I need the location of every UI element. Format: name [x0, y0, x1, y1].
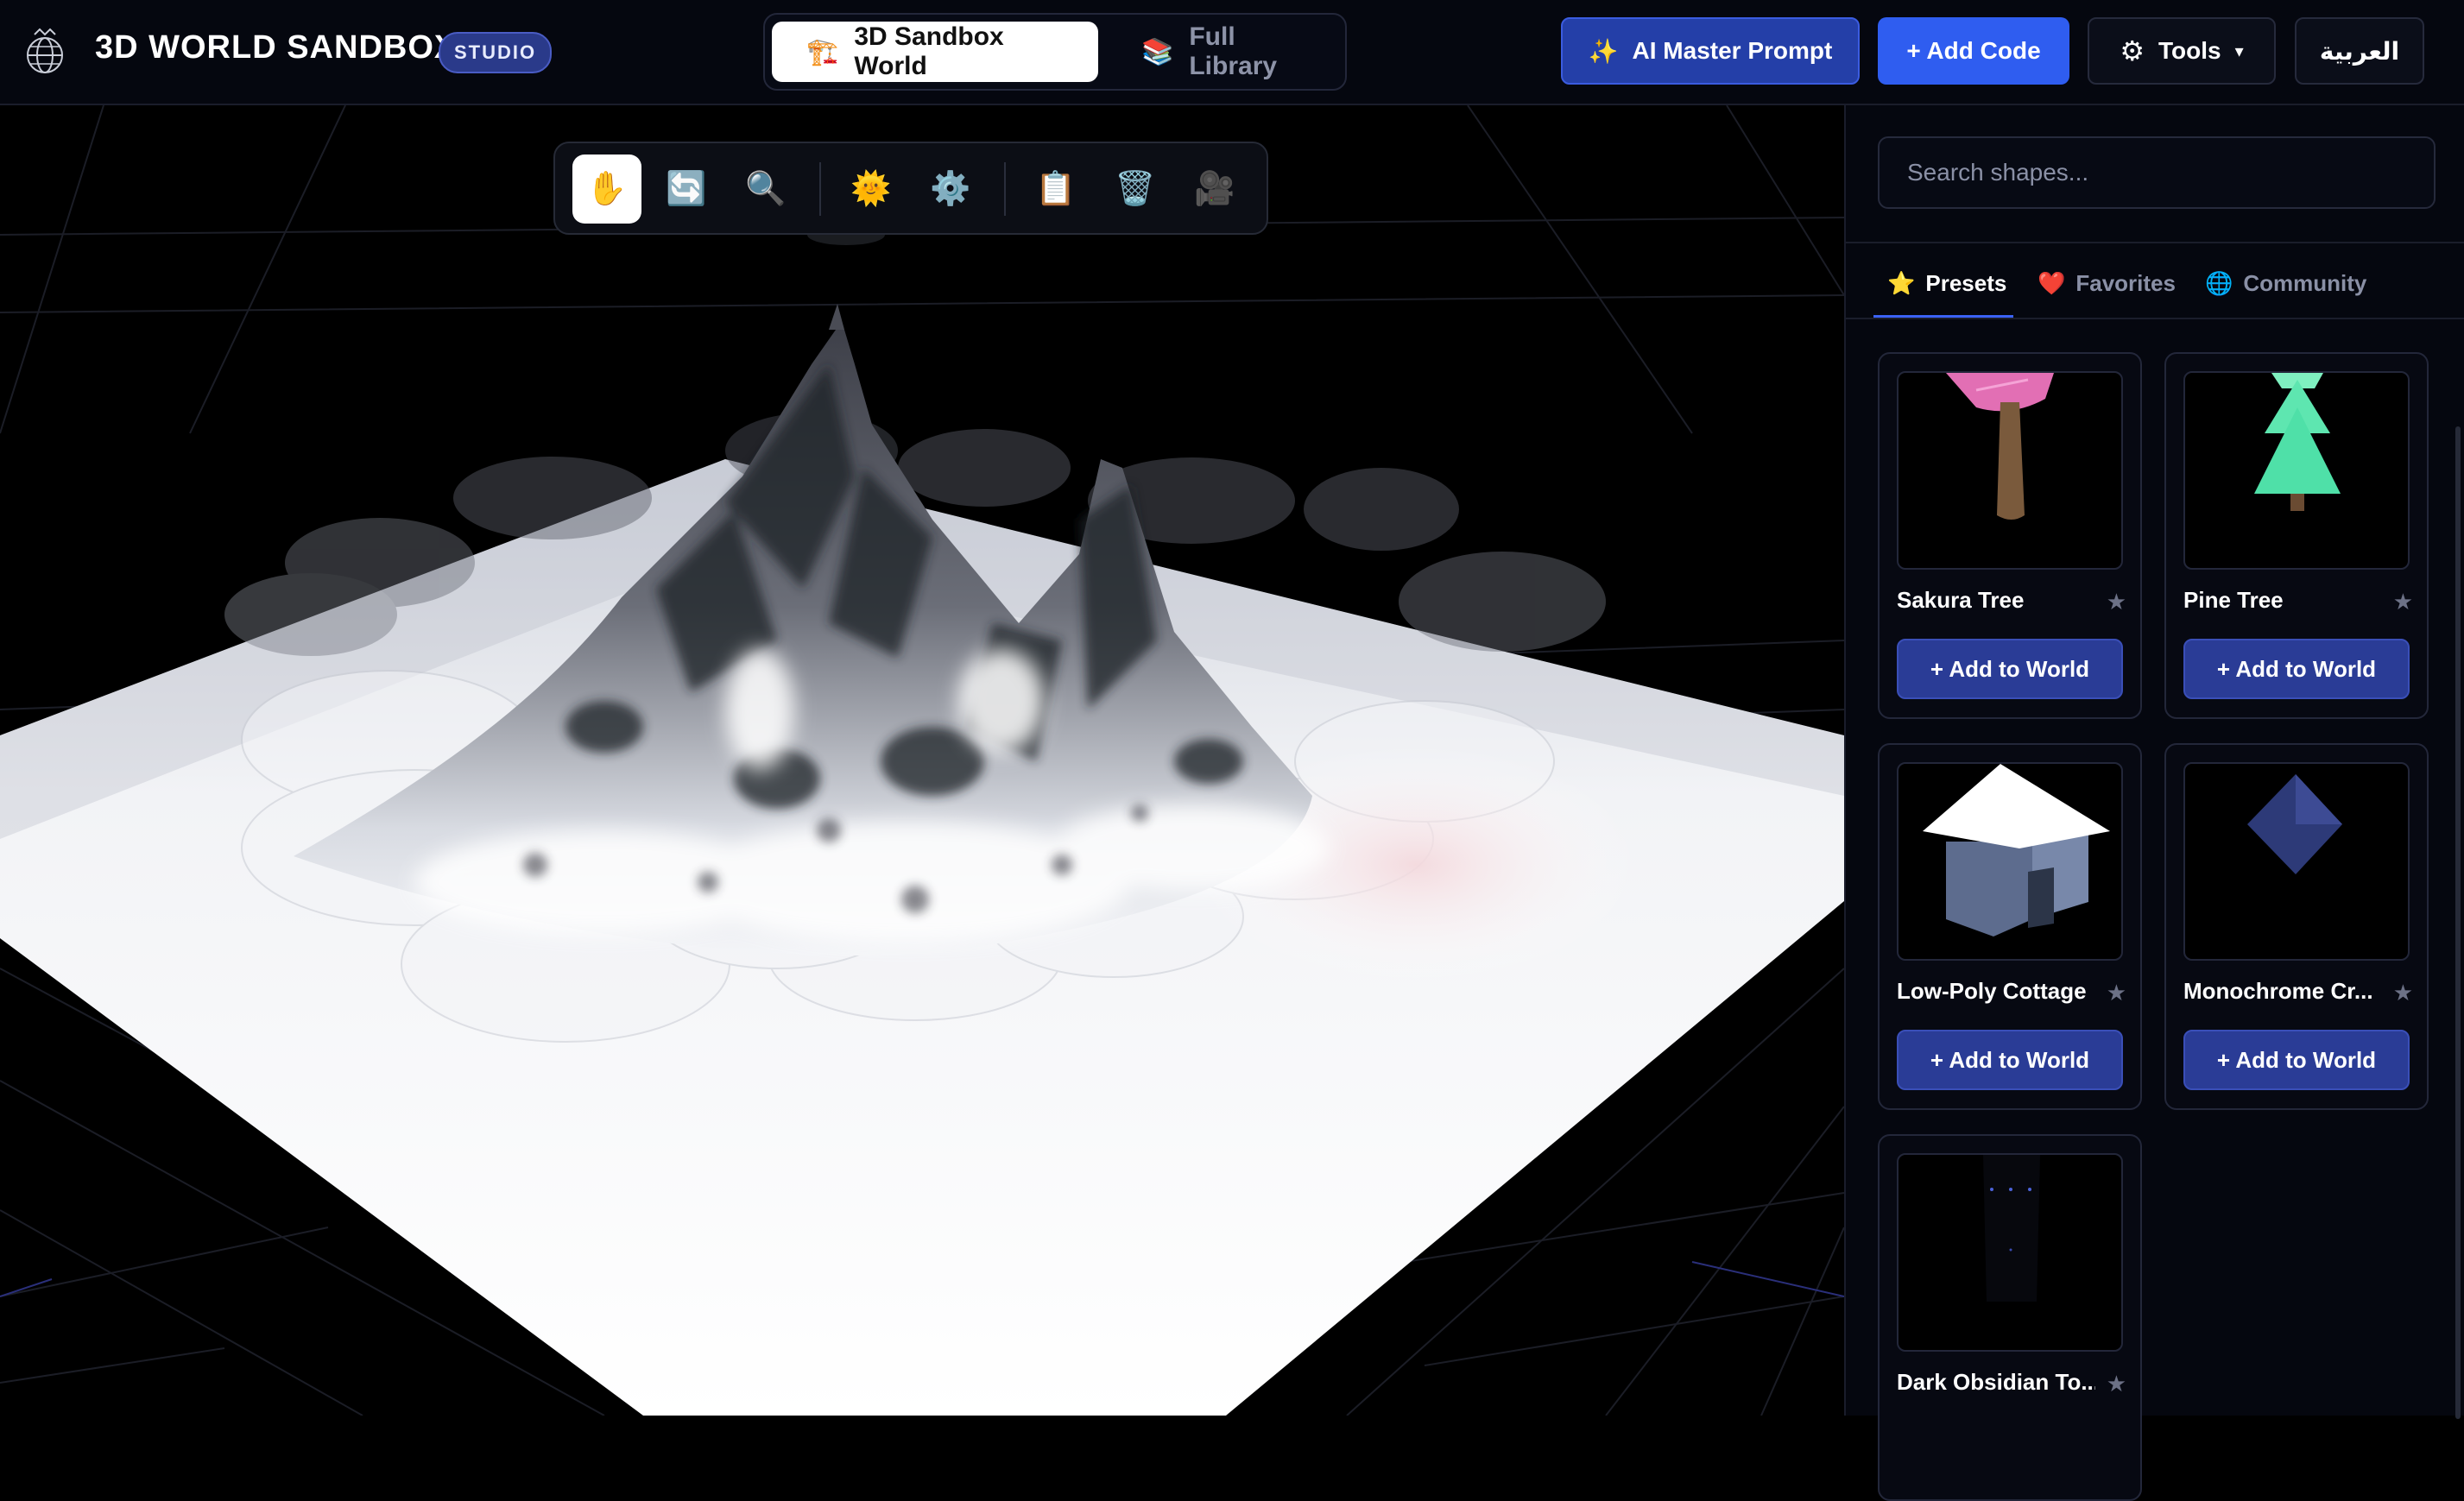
language-toggle-button[interactable]: العربية [2295, 17, 2424, 85]
preset-name: Sakura Tree [1897, 587, 2025, 613]
favorite-star-icon[interactable]: ★ [2107, 980, 2126, 1006]
button-label: AI Master Prompt [1632, 37, 1833, 64]
shape-library-sidebar: ⭐ Presets ❤️ Favorites 🌐 Community Sakur… [1844, 105, 2464, 1501]
favorite-star-icon[interactable]: ★ [2107, 1371, 2126, 1397]
tab-label: Presets [1925, 269, 2007, 296]
top-header: 3D WORLD SANDBOX STUDIO 🏗️ 3D Sandbox Wo… [0, 0, 2464, 105]
sun-icon: 🌞 [850, 171, 892, 207]
3d-viewport[interactable] [0, 105, 1844, 1416]
divider [1846, 318, 2464, 319]
pan-tool-button[interactable]: ✋ [572, 155, 641, 224]
preset-name: Dark Obsidian To... [1897, 1369, 2095, 1395]
preset-thumbnail [2183, 762, 2410, 961]
button-label: Tools [2158, 37, 2221, 64]
sparkles-icon: ✨ [1588, 37, 1619, 65]
video-camera-icon: 🎥 [1194, 171, 1235, 207]
trash-icon: 🗑️ [1115, 171, 1156, 207]
globe-logo-icon [27, 28, 63, 73]
hand-icon: ✋ [586, 171, 628, 207]
preset-thumbnail [1897, 1153, 2123, 1352]
clipboard-icon: 📋 [1035, 171, 1077, 207]
tab-label: Community [2243, 269, 2367, 296]
view-tabs: 🏗️ 3D Sandbox World 📚 Full Library [763, 13, 1347, 91]
tab-label: Full Library [1189, 22, 1278, 80]
tab-label: 3D Sandbox World [854, 22, 1004, 80]
preset-name: Pine Tree [2183, 587, 2284, 613]
sidebar-scrollbar[interactable] [2455, 426, 2461, 1419]
favorite-star-icon[interactable]: ★ [2107, 589, 2126, 615]
tools-menu-button[interactable]: ⚙ Tools ▾ [2088, 17, 2276, 85]
add-to-world-button[interactable]: + Add to World [2183, 1030, 2410, 1090]
star-icon: ⭐ [1887, 269, 1916, 296]
favorite-star-icon[interactable]: ★ [2393, 980, 2413, 1006]
tab-3d-sandbox-world[interactable]: 🏗️ 3D Sandbox World [772, 22, 1098, 82]
delete-tool-button[interactable]: 🗑️ [1101, 155, 1170, 224]
toolbar-divider [819, 162, 821, 216]
gear-icon: ⚙ [2120, 35, 2145, 66]
scene-toolbar: ✋ 🔄 🔍 🌞 ⚙️ 📋 🗑️ 🎥 [553, 142, 1268, 235]
caret-down-icon: ▾ [2234, 41, 2244, 61]
crane-icon: 🏗️ [806, 37, 839, 66]
add-to-world-button[interactable]: + Add to World [1897, 1030, 2123, 1090]
add-code-button[interactable]: + Add Code [1878, 17, 2069, 85]
settings-tool-button[interactable]: ⚙️ [916, 155, 985, 224]
preset-card-sakura-tree[interactable]: Sakura Tree ★ + Add to World [1878, 352, 2142, 719]
preset-card-pine-tree[interactable]: Pine Tree ★ + Add to World [2164, 352, 2429, 719]
tab-label: Favorites [2075, 269, 2176, 296]
add-to-world-button[interactable]: + Add to World [1897, 639, 2123, 699]
ai-master-prompt-button[interactable]: ✨ AI Master Prompt [1561, 17, 1860, 85]
zoom-tool-button[interactable]: 🔍 [731, 155, 800, 224]
globe-icon: 🌐 [2205, 269, 2233, 296]
rotate-tool-button[interactable]: 🔄 [652, 155, 721, 224]
scene-canvas [0, 105, 1844, 1416]
app-title: 3D WORLD SANDBOX [95, 29, 458, 66]
preset-thumbnail [1897, 371, 2123, 570]
studio-badge: STUDIO [439, 32, 553, 73]
preset-name: Monochrome Cr... [2183, 978, 2373, 1004]
gear-icon: ⚙️ [930, 171, 971, 207]
magnifier-icon: 🔍 [745, 171, 787, 207]
add-to-world-button[interactable]: + Add to World [2183, 639, 2410, 699]
preset-name: Low-Poly Cottage [1897, 978, 2087, 1004]
tab-presets[interactable]: ⭐ Presets [1887, 266, 2006, 300]
preset-thumbnail [2183, 371, 2410, 570]
books-icon: 📚 [1141, 37, 1174, 66]
preset-card-low-poly-cottage[interactable]: Low-Poly Cottage ★ + Add to World [1878, 743, 2142, 1110]
preset-thumbnail [1897, 762, 2123, 961]
tab-community[interactable]: 🌐 Community [2205, 266, 2366, 300]
tab-favorites[interactable]: ❤️ Favorites [2038, 266, 2176, 300]
divider [1846, 242, 2464, 243]
search-shapes-input[interactable] [1878, 136, 2436, 209]
lighting-tool-button[interactable]: 🌞 [837, 155, 906, 224]
preset-card-dark-obsidian-tower[interactable]: Dark Obsidian To... ★ [1878, 1134, 2142, 1501]
rotate-icon: 🔄 [666, 171, 707, 207]
favorite-star-icon[interactable]: ★ [2393, 589, 2413, 615]
heart-icon: ❤️ [2038, 269, 2066, 296]
preset-card-monochrome-crystal[interactable]: Monochrome Cr... ★ + Add to World [2164, 743, 2429, 1110]
camera-tool-button[interactable]: 🎥 [1180, 155, 1249, 224]
tab-full-library[interactable]: 📚 Full Library [1124, 22, 1340, 82]
clipboard-tool-button[interactable]: 📋 [1021, 155, 1090, 224]
toolbar-divider [1004, 162, 1006, 216]
